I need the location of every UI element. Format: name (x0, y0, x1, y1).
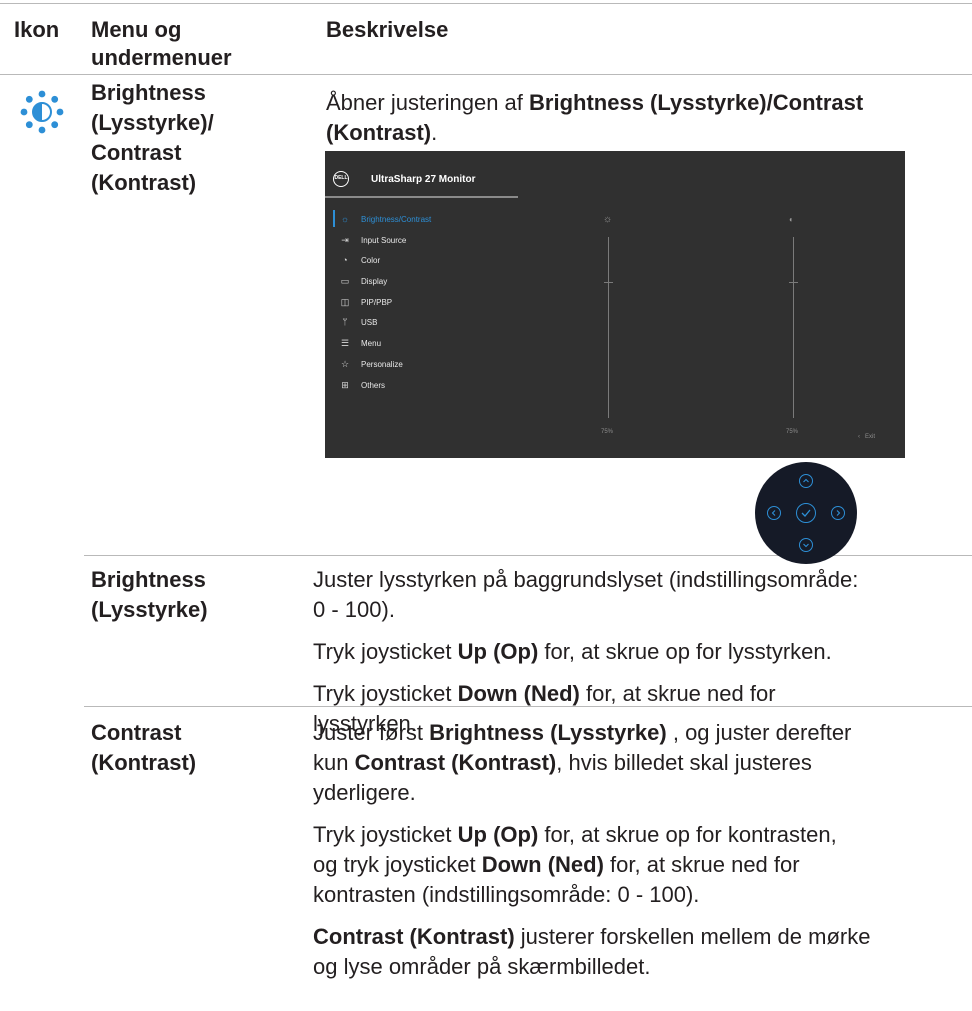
osd-selection-bar (333, 210, 335, 227)
joystick-illustration (755, 462, 857, 564)
others-icon: ⊞ (341, 380, 349, 390)
palette-icon: ◔ (342, 255, 348, 265)
brightness-value: 75% (601, 429, 614, 435)
osd-item-usb[interactable]: ᛘ USB (338, 314, 377, 330)
menu-label-line: (Lysstyrke) (91, 597, 208, 622)
menu-label-line: (Kontrast) (91, 170, 197, 195)
brightness-slider-handle[interactable] (604, 282, 613, 283)
row-rule (84, 555, 972, 556)
osd-item-others[interactable]: ⊞ Others (338, 377, 385, 393)
column-header-menu-line: undermenuer (91, 45, 232, 70)
monitor-icon: ▭ (340, 276, 350, 286)
osd-title-underline (325, 196, 518, 198)
menu-label-line: Contrast (91, 720, 182, 745)
column-header-icon: Ikon (14, 17, 60, 42)
osd-item-pip-pbp[interactable]: ◫ PIP/PBP (338, 294, 392, 310)
osd-title: UltraSharp 27 Monitor (371, 174, 476, 185)
description-brightness-contrast: Åbner justeringen af Brightness (Lysstyr… (326, 90, 864, 145)
menu-label-line: (Kontrast) (91, 750, 197, 775)
star-icon: ☆ (340, 359, 350, 369)
menu-label-line: Brightness (91, 567, 206, 592)
column-header-menu-line: Menu og (91, 17, 182, 42)
brightness-slider-icon: ☼ (603, 214, 613, 225)
menu-label-brightness: Brightness (Lysstyrke) (91, 565, 208, 625)
usb-icon: ᛘ (342, 317, 348, 327)
table-top-rule (0, 3, 972, 4)
brightness-slider-track[interactable] (608, 237, 609, 418)
menu-label-contrast: Contrast (Kontrast) (91, 718, 196, 778)
osd-menu-screenshot: DELL UltraSharp 27 Monitor ☼ Brightness/C… (325, 151, 905, 458)
chevron-left-icon: ‹ (858, 434, 860, 440)
osd-item-input-source[interactable]: ⇥ Input Source (338, 232, 406, 248)
menu-label-line: Contrast (91, 140, 182, 165)
menu-label-line: Brightness (91, 80, 206, 105)
menu-label-line: (Lysstyrke)/ (91, 110, 214, 135)
input-icon: ⇥ (341, 235, 349, 245)
osd-item-personalize[interactable]: ☆ Personalize (338, 356, 403, 372)
joystick-up-icon (799, 474, 813, 488)
dell-logo: DELL (333, 171, 349, 187)
contrast-slider-handle[interactable] (789, 282, 798, 283)
contrast-slider-icon: ◐ (789, 215, 794, 224)
description-contrast: Juster først Brightness (Lysstyrke) , og… (313, 720, 871, 979)
column-header-menu: Menu og undermenuer (91, 16, 232, 72)
osd-item-brightness-contrast[interactable]: ☼ Brightness/Contrast (338, 211, 431, 227)
column-header-description: Beskrivelse (326, 17, 449, 42)
header-rule (0, 74, 972, 75)
joystick-ok-icon (796, 503, 816, 523)
pip-icon: ◫ (340, 297, 350, 307)
exit-button[interactable]: ‹ Exit (858, 434, 875, 440)
menu-label-brightness-contrast: Brightness (Lysstyrke)/ Contrast (Kontra… (91, 78, 214, 198)
osd-item-display[interactable]: ▭ Display (338, 273, 388, 289)
sun-icon: ☼ (340, 214, 350, 224)
menu-icon: ☰ (340, 338, 350, 348)
joystick-left-icon (767, 506, 781, 520)
osd-item-color[interactable]: ◔ Color (338, 252, 380, 268)
joystick-right-icon (831, 506, 845, 520)
description-brightness: Juster lysstyrken på baggrundslyset (ind… (313, 567, 859, 736)
contrast-slider-track[interactable] (793, 237, 794, 418)
osd-item-menu[interactable]: ☰ Menu (338, 335, 381, 351)
joystick-down-icon (799, 538, 813, 552)
brightness-contrast-icon (20, 90, 64, 134)
contrast-value: 75% (786, 429, 799, 435)
